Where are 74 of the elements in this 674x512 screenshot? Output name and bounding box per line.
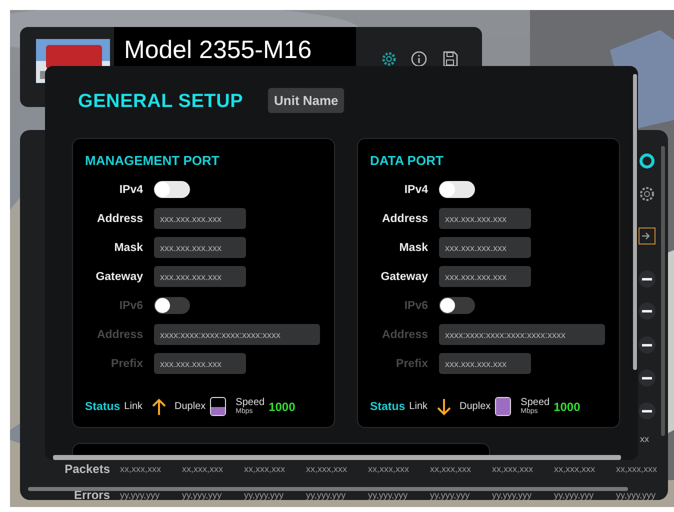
- stat-value: yy,yyy,yyy: [616, 490, 657, 500]
- dialog-title: GENERAL SETUP: [78, 91, 244, 113]
- field-label: Address: [96, 212, 143, 224]
- field-label: Mask: [398, 242, 428, 254]
- field-label: Prefix: [110, 358, 143, 370]
- field-label: IPv6: [118, 300, 143, 312]
- remove-icon[interactable]: [638, 402, 656, 420]
- card-title: DATA PORT: [370, 153, 444, 168]
- stat-value: xx,xxx,xxx: [368, 464, 410, 474]
- status-icon: [638, 152, 656, 170]
- scrollbar[interactable]: [661, 146, 665, 436]
- stat-value: xx: [640, 434, 649, 444]
- link-label: Link: [409, 401, 428, 412]
- speed-label: Speed: [520, 398, 550, 408]
- port-icon[interactable]: [638, 227, 656, 245]
- field-label: IPv4: [403, 184, 428, 196]
- stat-value: xx,xxx,xxx: [554, 464, 596, 474]
- field-label: Gateway: [380, 270, 428, 282]
- status-label: Status: [370, 400, 406, 412]
- stat-label: Errors: [72, 488, 110, 502]
- input-field[interactable]: xxx.xxx.xxx.xxx: [439, 237, 531, 258]
- remove-icon[interactable]: [638, 302, 656, 320]
- input-field[interactable]: xxx.xxx.xxx.xxx: [154, 208, 246, 229]
- scrollbar[interactable]: [633, 74, 637, 370]
- status-label: Status: [85, 400, 120, 412]
- input-field[interactable]: xxx.xxx.xxx.xxx: [154, 237, 246, 258]
- speed-label: Speed: [236, 398, 265, 408]
- stat-value: xx,xxx,xxx: [306, 464, 348, 474]
- info-icon[interactable]: [411, 51, 427, 67]
- scrollbar[interactable]: [53, 455, 621, 460]
- input-field[interactable]: xxx.xxx.xxx.xxx: [439, 208, 531, 229]
- stat-value: yy,yyy,yyy: [182, 490, 223, 500]
- duplex-label: Duplex: [460, 401, 491, 412]
- stat-value: xx,xxx,xxx: [430, 464, 472, 474]
- stat-value: yy,yyy,yyy: [368, 490, 409, 500]
- card-title: MANAGEMENT PORT: [85, 153, 220, 168]
- stat-value: yy,yyy,yyy: [492, 490, 533, 500]
- stat-label: Packets: [64, 462, 110, 476]
- input-field[interactable]: xxx.xxx.xxx.xxx: [439, 266, 531, 287]
- field-label: Address: [96, 328, 143, 340]
- remove-icon[interactable]: [638, 270, 656, 288]
- save-icon[interactable]: [442, 51, 458, 67]
- speed-value: 1000: [554, 400, 580, 414]
- field-label: Address: [380, 328, 428, 340]
- duplex-label: Duplex: [174, 401, 206, 412]
- duplex-indicator: [210, 397, 226, 416]
- settings-icon[interactable]: [638, 185, 656, 203]
- stat-value: xx,xxx,xxx: [244, 464, 286, 474]
- input-field[interactable]: xxx.xxx.xxx.xxx: [154, 266, 246, 287]
- field-label: Mask: [113, 242, 143, 254]
- unit-name-button[interactable]: Unit Name: [268, 88, 344, 113]
- remove-icon[interactable]: [638, 369, 656, 387]
- stat-value: yy,yyy,yyy: [120, 490, 161, 500]
- field-label: Gateway: [94, 270, 143, 282]
- field-label: Prefix: [395, 358, 428, 370]
- stat-value: xx,xxx,xxx: [120, 464, 162, 474]
- stat-value: yy,yyy,yyy: [244, 490, 285, 500]
- stat-value: yy,yyy,yyy: [306, 490, 347, 500]
- stat-value: xx,xxx,xxx: [616, 464, 658, 474]
- speed-value: 1000: [268, 400, 296, 414]
- stat-value: xx,xxx,xxx: [182, 464, 224, 474]
- stat-value: yy,yyy,yyy: [554, 490, 595, 500]
- stat-value: xx,xxx,xxx: [492, 464, 534, 474]
- field-label: Address: [380, 212, 428, 224]
- scrollbar[interactable]: [28, 487, 628, 491]
- field-label: IPv6: [403, 300, 428, 312]
- field-label: IPv4: [118, 184, 143, 196]
- settings-icon[interactable]: [381, 51, 397, 67]
- toggle-switch[interactable]: [154, 181, 190, 198]
- stat-value: yy,yyy,yyy: [430, 490, 471, 500]
- remove-icon[interactable]: [638, 336, 656, 354]
- toggle-switch[interactable]: [439, 181, 475, 198]
- duplex-indicator: [494, 397, 511, 416]
- link-label: Link: [124, 401, 143, 412]
